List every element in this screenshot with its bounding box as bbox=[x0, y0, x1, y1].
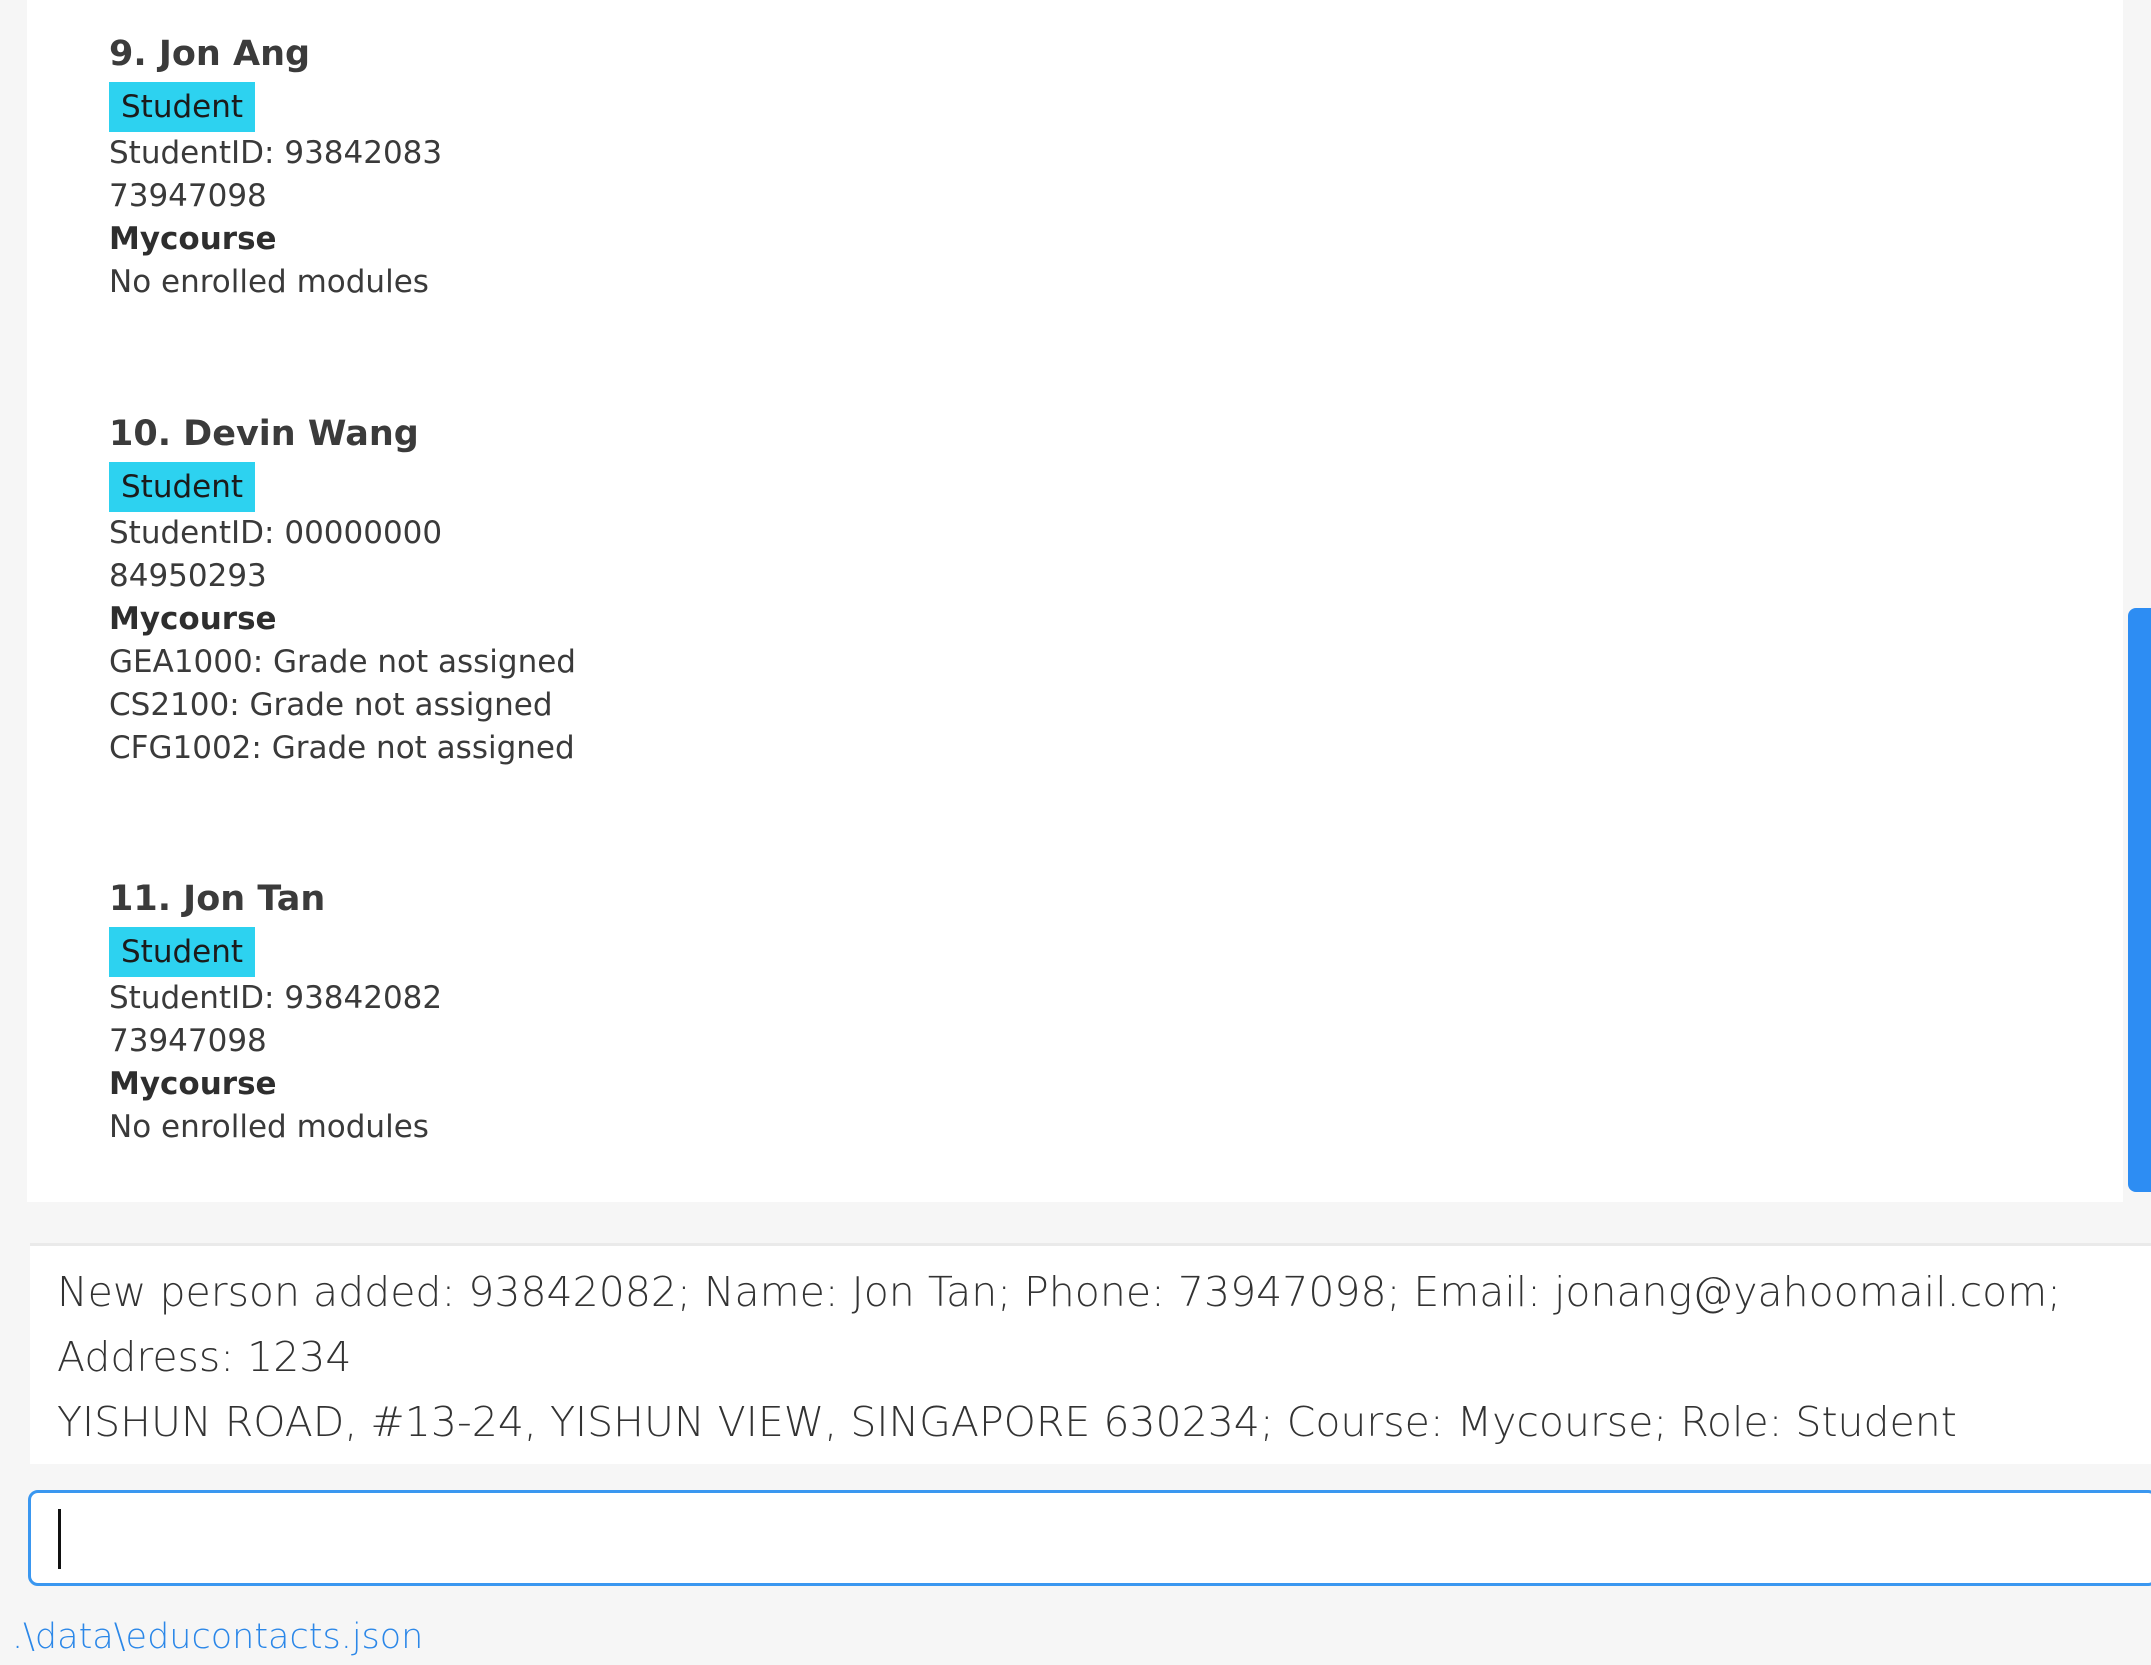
phone-number: 73947098 bbox=[109, 1023, 267, 1059]
phone-number: 84950293 bbox=[109, 558, 267, 594]
person-card[interactable]: 9. Jon Ang Student StudentID: 93842083 7… bbox=[109, 32, 1809, 304]
phone-number: 73947098 bbox=[109, 178, 267, 214]
role-tag: Student bbox=[109, 82, 256, 132]
module-entry: No enrolled modules bbox=[109, 264, 429, 300]
status-bar-file-path: .\data\educontacts.json bbox=[12, 1617, 424, 1657]
person-name: 11. Jon Tan bbox=[109, 879, 326, 919]
result-display: New person added: 93842082; Name: Jon Ta… bbox=[30, 1243, 2151, 1464]
role-tag: Student bbox=[109, 462, 256, 512]
person-card[interactable]: 11. Jon Tan Student StudentID: 93842082 … bbox=[109, 877, 1809, 1149]
student-id: StudentID: 93842082 bbox=[109, 980, 443, 1016]
person-name: 10. Devin Wang bbox=[109, 414, 419, 454]
text-caret bbox=[58, 1509, 61, 1569]
command-box[interactable] bbox=[28, 1490, 2151, 1586]
course-name: Mycourse bbox=[109, 1066, 277, 1102]
app-window: 9. Jon Ang Student StudentID: 93842083 7… bbox=[0, 0, 2151, 1665]
role-tag: Student bbox=[109, 927, 256, 977]
student-id: StudentID: 00000000 bbox=[109, 515, 443, 551]
student-id: StudentID: 93842083 bbox=[109, 135, 443, 171]
course-name: Mycourse bbox=[109, 601, 277, 637]
module-entry: GEA1000: Grade not assigned bbox=[109, 644, 576, 680]
module-entry: CS2100: Grade not assigned bbox=[109, 687, 553, 723]
person-list-panel[interactable]: 9. Jon Ang Student StudentID: 93842083 7… bbox=[27, 0, 2123, 1202]
command-input[interactable] bbox=[56, 1502, 2150, 1576]
person-card[interactable]: 10. Devin Wang Student StudentID: 000000… bbox=[109, 412, 1809, 770]
course-name: Mycourse bbox=[109, 221, 277, 257]
module-entry: No enrolled modules bbox=[109, 1109, 429, 1145]
person-name: 9. Jon Ang bbox=[109, 34, 311, 74]
list-scrollbar[interactable] bbox=[2128, 608, 2151, 1192]
module-entry: CFG1002: Grade not assigned bbox=[109, 730, 575, 766]
result-message: New person added: 93842082; Name: Jon Ta… bbox=[57, 1268, 2061, 1446]
